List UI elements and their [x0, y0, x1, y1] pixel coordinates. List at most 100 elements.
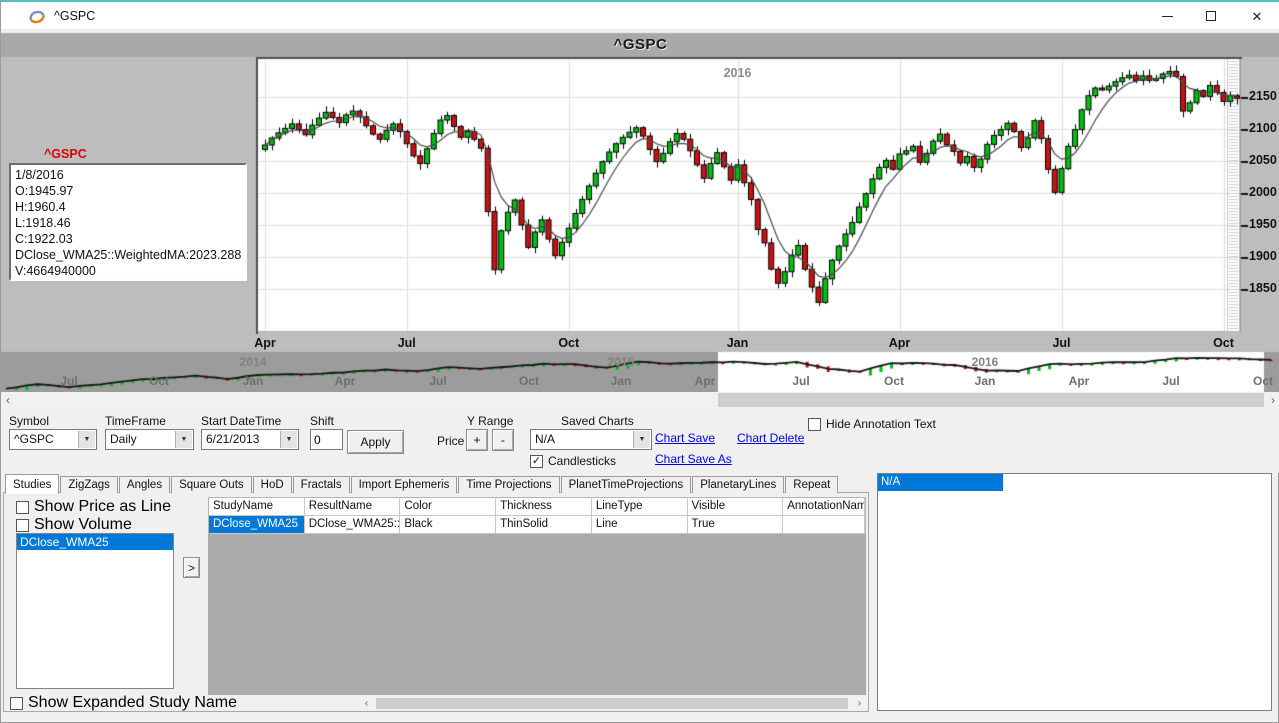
table-row[interactable]: DClose_WMA25DClose_WMA25::\BlackThinSoli…: [209, 516, 865, 534]
list-item[interactable]: N/A: [878, 474, 1003, 491]
maximize-icon: [1206, 11, 1216, 21]
saved-charts-combo[interactable]: N/A ▼: [530, 429, 652, 450]
chart-scrollbar[interactable]: ‹ ›: [1, 392, 1279, 408]
column-header[interactable]: Visible: [688, 498, 784, 516]
mini-chart-month-label: Jul: [784, 374, 818, 388]
tab-square-outs[interactable]: Square Outs: [171, 476, 252, 493]
show-expanded-study-name-checkbox[interactable]: Show Expanded Study Name: [10, 694, 237, 712]
ohlc-info-line: 1/8/2016: [15, 167, 245, 183]
saved-charts-label: Saved Charts: [561, 414, 634, 428]
scroll-right-icon[interactable]: ›: [853, 697, 866, 710]
ohlc-info-box: 1/8/2016O:1945.97H:1960.4L:1918.46C:1922…: [9, 163, 247, 281]
chevron-down-icon[interactable]: ▼: [175, 431, 192, 448]
chevron-down-icon[interactable]: ▼: [78, 431, 95, 448]
chart-year-label: 2016: [716, 66, 760, 80]
chart-area: ^GSPC 2016 ^GSPC 1/8/2016O:1945.97H:1960…: [1, 30, 1279, 392]
x-axis-tick-label: Jan: [718, 336, 758, 350]
chart-scrollbar-thumb[interactable]: [718, 393, 1264, 407]
symbol-label: Symbol: [9, 414, 49, 428]
table-cell[interactable]: Line: [592, 516, 688, 534]
study-grid[interactable]: StudyNameResultNameColorThicknessLineTyp…: [208, 497, 866, 535]
maximize-button[interactable]: [1194, 2, 1228, 30]
mini-chart-month-label: Oct: [1246, 374, 1279, 388]
shift-input[interactable]: [310, 429, 343, 450]
mini-chart-month-label: Apr: [688, 374, 722, 388]
ohlc-info-line: V:4664940000: [15, 263, 245, 279]
start-datetime-combo[interactable]: 6/21/2013 ▼: [201, 429, 299, 450]
y-range-minus-button[interactable]: -: [492, 429, 514, 451]
chart-symbol-label: ^GSPC: [44, 147, 87, 161]
timeframe-label: TimeFrame: [105, 414, 166, 428]
hide-annotation-checkbox[interactable]: Hide Annotation Text: [808, 417, 936, 431]
y-range-plus-button[interactable]: +: [466, 429, 488, 451]
mini-chart-year-label: 2016: [965, 355, 1005, 369]
tab-zigzags[interactable]: ZigZags: [60, 476, 118, 493]
move-study-button[interactable]: >: [183, 557, 200, 578]
checkbox-unchecked-icon: [16, 519, 29, 532]
table-cell[interactable]: [783, 516, 865, 534]
controls-toolbar: Symbol ^GSPC ▼ TimeFrame Daily ▼ Start D…: [1, 408, 1279, 473]
mini-chart-month-label: Oct: [142, 374, 176, 388]
mini-chart-month-label: Apr: [328, 374, 362, 388]
tab-planettimeprojections[interactable]: PlanetTimeProjections: [561, 476, 692, 493]
saved-annotations-listbox[interactable]: N/A: [877, 473, 1272, 711]
candlesticks-checkbox[interactable]: ✓ Candlesticks: [530, 454, 616, 468]
start-datetime-value: 6/21/2013: [206, 432, 259, 446]
close-button[interactable]: ✕: [1240, 2, 1274, 30]
tab-angles[interactable]: Angles: [119, 476, 170, 493]
table-cell[interactable]: True: [688, 516, 784, 534]
timeframe-value: Daily: [110, 432, 137, 446]
mini-chart-month-label: Jul: [1154, 374, 1188, 388]
table-cell[interactable]: DClose_WMA25::\: [305, 516, 401, 534]
column-header[interactable]: Thickness: [496, 498, 592, 516]
scroll-left-icon[interactable]: ‹: [1, 392, 15, 408]
column-header[interactable]: LineType: [592, 498, 688, 516]
tab-repeat[interactable]: Repeat: [785, 476, 838, 493]
chart-delete-link[interactable]: Chart Delete: [737, 431, 804, 445]
list-item[interactable]: DClose_WMA25: [17, 534, 173, 550]
checkbox-unchecked-icon: [808, 418, 821, 431]
table-cell[interactable]: Black: [400, 516, 496, 534]
chart-save-link[interactable]: Chart Save: [655, 431, 715, 445]
tab-studies[interactable]: Studies: [5, 474, 59, 494]
column-header[interactable]: StudyName: [209, 498, 305, 516]
scroll-right-icon[interactable]: ›: [1266, 392, 1279, 408]
symbol-combo[interactable]: ^GSPC ▼: [9, 429, 97, 450]
grid-scrollbar[interactable]: ‹ ›: [360, 697, 866, 710]
column-header[interactable]: ResultName: [305, 498, 401, 516]
tab-import-ephemeris[interactable]: Import Ephemeris: [351, 476, 458, 493]
column-header[interactable]: Color: [400, 498, 496, 516]
y-axis-tick-label: 2050: [1249, 153, 1277, 167]
timeframe-combo[interactable]: Daily ▼: [105, 429, 194, 450]
app-window: ^GSPC ✕ ^GSPC 2016 ^GSPC 1/8/2016O:1945.…: [0, 0, 1279, 723]
ohlc-info-line: H:1960.4: [15, 199, 245, 215]
study-listbox[interactable]: DClose_WMA25: [16, 533, 174, 689]
x-axis-tick-label: Apr: [880, 336, 920, 350]
minimize-icon: [1162, 16, 1173, 17]
start-datetime-label: Start DateTime: [201, 414, 281, 428]
scroll-left-icon[interactable]: ‹: [360, 697, 373, 710]
mini-chart-month-label: Oct: [877, 374, 911, 388]
tab-time-projections[interactable]: Time Projections: [458, 476, 559, 493]
tab-fractals[interactable]: Fractals: [293, 476, 350, 493]
table-cell[interactable]: DClose_WMA25: [209, 516, 305, 534]
mini-chart-month-label: Jul: [421, 374, 455, 388]
hide-annotation-label: Hide Annotation Text: [826, 417, 936, 431]
grid-scrollbar-thumb[interactable]: [376, 698, 848, 709]
minimize-button[interactable]: [1150, 2, 1184, 30]
chart-save-as-link[interactable]: Chart Save As: [655, 452, 732, 466]
column-header[interactable]: AnnotationName: [783, 498, 865, 516]
show-volume-checkbox[interactable]: Show Volume: [16, 516, 132, 534]
titlebar: ^GSPC ✕: [1, 0, 1279, 30]
tab-hod[interactable]: HoD: [253, 476, 292, 493]
show-price-as-line-checkbox[interactable]: Show Price as Line: [16, 498, 171, 516]
chart-title: ^GSPC: [1, 36, 1279, 53]
chevron-down-icon[interactable]: ▼: [633, 431, 650, 448]
ohlc-info-line: C:1922.03: [15, 231, 245, 247]
apply-button[interactable]: Apply: [347, 430, 404, 454]
chevron-down-icon[interactable]: ▼: [280, 431, 297, 448]
tab-planetarylines[interactable]: PlanetaryLines: [692, 476, 784, 493]
table-cell[interactable]: ThinSolid: [496, 516, 592, 534]
mini-chart-month-label: Oct: [512, 374, 546, 388]
checkbox-checked-icon: ✓: [530, 455, 543, 468]
